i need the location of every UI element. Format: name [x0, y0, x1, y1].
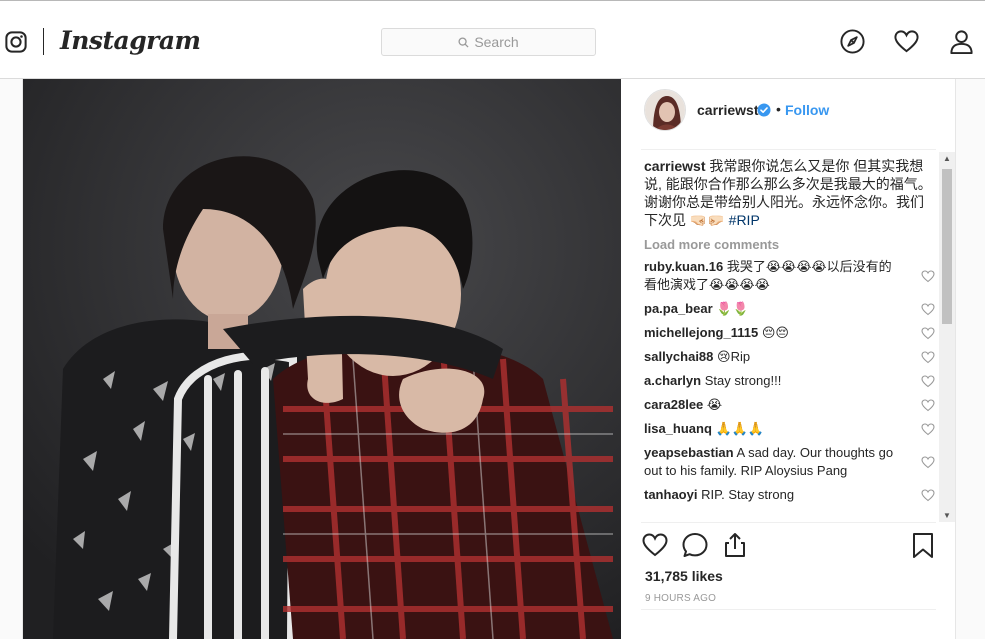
- search-icon: [458, 36, 469, 48]
- verified-badge-icon: [757, 103, 771, 117]
- comments-scrollbar[interactable]: ▲ ▼: [939, 152, 955, 522]
- comment-username[interactable]: pa.pa_bear: [644, 301, 713, 316]
- caption-username[interactable]: carriewst: [644, 158, 705, 174]
- comment-username[interactable]: cara28lee: [644, 397, 703, 412]
- footer-divider: [641, 609, 936, 610]
- comment-item: yeapsebastian A sad day. Our thoughts go…: [644, 444, 940, 480]
- share-icon[interactable]: [721, 531, 749, 559]
- comment-like-heart-icon[interactable]: [921, 374, 935, 388]
- header-divider: [641, 149, 936, 150]
- post-caption: carriewst 我常跟你说怎么又是你 但其实我想说, 能跟你合作那么那么多次…: [644, 157, 940, 229]
- comment-like-heart-icon[interactable]: [921, 422, 935, 436]
- instagram-glyph-icon[interactable]: [5, 31, 27, 53]
- avatar-image: [645, 90, 685, 130]
- comment-text: Stay strong!!!: [704, 373, 782, 388]
- comment-like-heart-icon[interactable]: [921, 326, 935, 340]
- comment-like-heart-icon[interactable]: [921, 398, 935, 412]
- comment-item: ruby.kuan.16 我哭了😭😭😭😭以后没有的看他演戏了😭😭😭😭: [644, 258, 940, 294]
- scroll-up-arrow-icon[interactable]: ▲: [943, 154, 951, 163]
- comment-item: lisa_huanq 🙏🙏🙏: [644, 420, 940, 438]
- person-icon[interactable]: [948, 28, 975, 55]
- load-more-comments-button[interactable]: Load more comments: [644, 237, 940, 252]
- comments-list[interactable]: carriewst 我常跟你说怎么又是你 但其实我想说, 能跟你合作那么那么多次…: [644, 157, 940, 522]
- comment-text: RIP. Stay strong: [701, 487, 795, 502]
- comment-username[interactable]: sallychai88: [644, 349, 713, 364]
- comment-text: 😢Rip: [717, 349, 751, 364]
- comment-username[interactable]: tanhaoyi: [644, 487, 697, 502]
- like-heart-outline-icon[interactable]: [641, 531, 669, 559]
- search-box[interactable]: Search: [381, 28, 596, 56]
- comment-item: pa.pa_bear 🌷🌷: [644, 300, 940, 318]
- comment-text: 😭: [706, 397, 723, 412]
- post-photo[interactable]: [23, 79, 621, 639]
- post-timestamp: 9 HOURS AGO: [645, 593, 717, 604]
- comment-text: 😔😔: [761, 325, 789, 340]
- heart-icon[interactable]: [893, 28, 920, 55]
- post-username[interactable]: carriewst: [697, 102, 758, 118]
- post-actions: [641, 531, 941, 561]
- instagram-wordmark[interactable]: Instagram: [60, 26, 201, 55]
- scroll-down-arrow-icon[interactable]: ▼: [943, 511, 951, 520]
- comment-bubble-icon[interactable]: [681, 531, 709, 559]
- comment-like-heart-icon[interactable]: [921, 488, 935, 502]
- comment-like-heart-icon[interactable]: [921, 455, 935, 469]
- comment-text: 🙏🙏🙏: [715, 421, 765, 436]
- comment-item: sallychai88 😢Rip: [644, 348, 940, 366]
- comment-like-heart-icon[interactable]: [921, 302, 935, 316]
- post-photo-image: [23, 79, 621, 639]
- caption-hashtag[interactable]: #RIP: [729, 212, 760, 228]
- comment-like-heart-icon[interactable]: [921, 269, 935, 283]
- top-nav-bar: Instagram Search: [0, 0, 985, 79]
- logo-divider: [43, 28, 44, 55]
- comment-item: cara28lee 😭: [644, 396, 940, 414]
- like-count[interactable]: 31,785 likes: [645, 568, 723, 584]
- comment-item: a.charlyn Stay strong!!!: [644, 372, 940, 390]
- comment-username[interactable]: ruby.kuan.16: [644, 259, 723, 274]
- search-placeholder: Search: [474, 34, 519, 50]
- scrollbar-thumb[interactable]: [942, 169, 952, 324]
- comment-username[interactable]: lisa_huanq: [644, 421, 712, 436]
- post-header: carriewst • Follow: [621, 79, 956, 149]
- comment-username[interactable]: michellejong_1115: [644, 325, 758, 340]
- avatar[interactable]: [644, 89, 686, 131]
- comment-item: tanhaoyi RIP. Stay strong: [644, 486, 940, 504]
- comment-text: 🌷🌷: [716, 301, 749, 316]
- comment-like-heart-icon[interactable]: [921, 350, 935, 364]
- separator-dot: •: [776, 101, 781, 117]
- post-card: carriewst • Follow carriewst 我常跟你说怎么又是你 …: [22, 79, 956, 639]
- comment-username[interactable]: a.charlyn: [644, 373, 701, 388]
- compass-icon[interactable]: [839, 28, 866, 55]
- bookmark-icon[interactable]: [909, 531, 937, 559]
- follow-button[interactable]: Follow: [785, 102, 829, 118]
- post-sidebar: carriewst • Follow carriewst 我常跟你说怎么又是你 …: [621, 79, 956, 639]
- comment-item: michellejong_1115 😔😔: [644, 324, 940, 342]
- comment-username[interactable]: yeapsebastian: [644, 445, 734, 460]
- actions-divider: [641, 522, 936, 523]
